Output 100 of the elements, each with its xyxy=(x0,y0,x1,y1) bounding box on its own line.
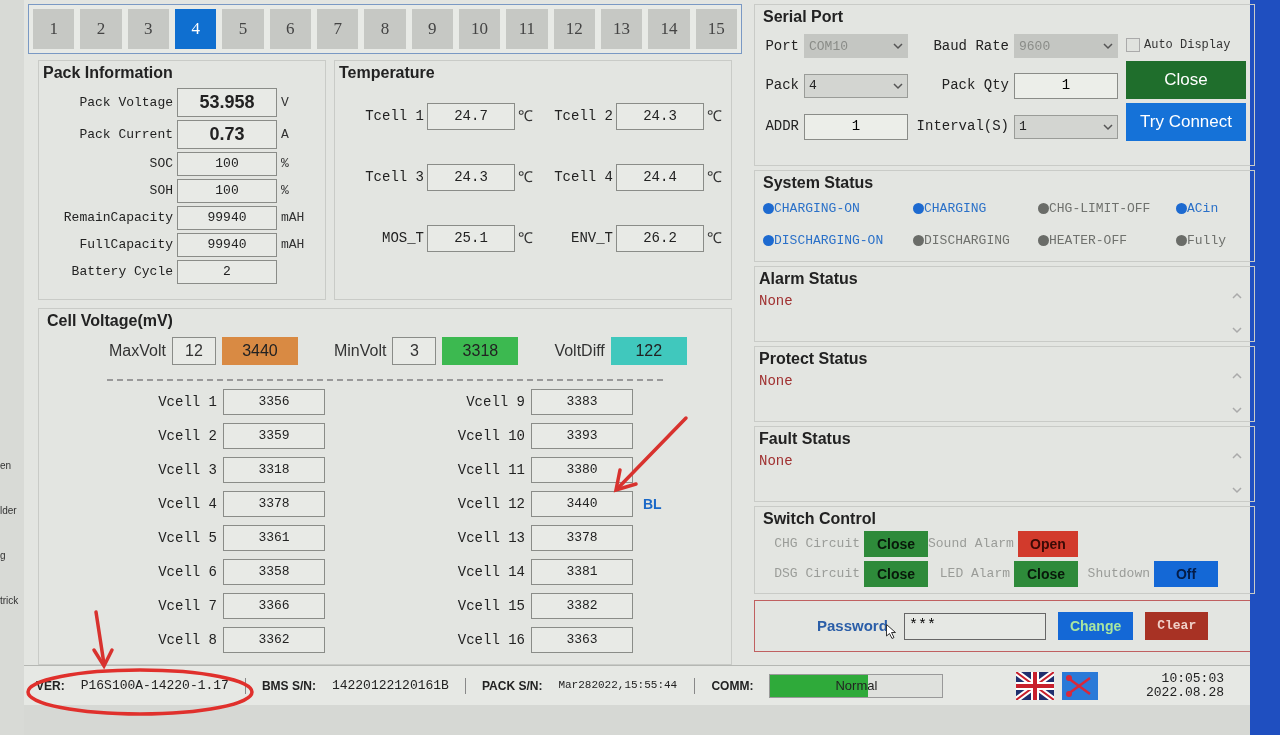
cell-label: Vcell 11 xyxy=(456,460,525,480)
status-value: 10:05:03 xyxy=(1161,671,1224,686)
pack-tab[interactable]: 13 xyxy=(600,9,643,49)
status-flag-label: CHG-LIMIT-OFF xyxy=(1049,200,1151,218)
value-field: 3440 xyxy=(531,491,633,517)
field-label: Pack Current xyxy=(78,125,173,144)
status-flag-label: HEATER-OFF xyxy=(1049,231,1127,250)
status-text: None xyxy=(759,292,793,311)
pack-tab[interactable]: 15 xyxy=(695,9,737,49)
status-value: 2022.08.28 xyxy=(1146,685,1224,700)
pack-tab[interactable]: 7 xyxy=(316,9,359,49)
summary-value: 3440 xyxy=(221,337,298,365)
pack-tab[interactable]: 9 xyxy=(411,9,453,49)
switch-label: Shutdown xyxy=(1087,565,1150,584)
scrollbar-arrows-icon[interactable] xyxy=(1232,371,1242,415)
unit-label: mAH xyxy=(281,209,305,228)
cell-label: Vcell 1 xyxy=(157,392,217,412)
switch-button[interactable]: Close xyxy=(1014,561,1078,587)
scrollbar-arrows-icon[interactable] xyxy=(1232,451,1242,495)
connection-button[interactable]: Close xyxy=(1126,61,1246,99)
value-field: 99940 xyxy=(177,206,277,230)
section-title: Pack Information xyxy=(43,65,174,81)
value-field: 24.3 xyxy=(616,103,704,130)
cell-number-field: 3 xyxy=(392,337,437,365)
pack-tab[interactable]: 14 xyxy=(648,9,690,49)
section-title: Temperature xyxy=(339,65,436,81)
status-value: P16S100A-14220-1.17 xyxy=(80,676,229,695)
pack-tab[interactable]: 8 xyxy=(364,9,406,49)
unit-label: ℃ xyxy=(707,228,722,249)
value-field: 3378 xyxy=(531,525,633,551)
value-field: 24.3 xyxy=(427,164,515,191)
value-field: 3356 xyxy=(223,389,325,415)
switch-label: CHG Circuit xyxy=(774,535,860,554)
unit-label: A xyxy=(281,125,289,144)
summary-value: 122 xyxy=(610,337,687,365)
field-label: Pack Voltage xyxy=(78,93,173,112)
pack-tab[interactable]: 3 xyxy=(127,9,169,49)
unit-label: % xyxy=(281,155,289,174)
section-title: Fault Status xyxy=(759,431,852,447)
input-field[interactable]: 1 xyxy=(1014,73,1118,99)
pack-tab[interactable]: 10 xyxy=(458,9,501,49)
checkbox[interactable] xyxy=(1126,38,1140,52)
status-label: COMM: xyxy=(711,677,754,695)
password-button[interactable]: Clear xyxy=(1145,612,1209,640)
unit-label: ℃ xyxy=(518,228,533,249)
field-label: Interval(S) xyxy=(915,117,1009,137)
cell-label: Vcell 3 xyxy=(157,460,217,480)
switch-button[interactable]: Open xyxy=(1017,531,1078,557)
cell-label: Vcell 9 xyxy=(465,392,525,412)
value-field: 3318 xyxy=(223,457,325,483)
unit-label: ℃ xyxy=(707,106,722,127)
dropdown[interactable]: 1 xyxy=(1014,114,1118,139)
mouse-cursor-icon xyxy=(885,623,896,639)
pack-tab[interactable]: 2 xyxy=(80,9,122,49)
pack-tab[interactable]: 11 xyxy=(506,9,548,49)
cell-label: Vcell 6 xyxy=(157,562,217,582)
dropdown[interactable]: 4 xyxy=(804,74,908,98)
summary-label: MaxVolt xyxy=(109,341,166,361)
switch-button[interactable]: Off xyxy=(1154,561,1218,587)
pack-tab[interactable]: 4 xyxy=(175,9,217,49)
summary-label: VoltDiff xyxy=(554,341,605,361)
pack-tab[interactable]: 1 xyxy=(33,9,75,49)
cell-number-field: 12 xyxy=(171,337,216,365)
password-field[interactable]: *** xyxy=(903,612,1046,640)
dropdown-chevron-icon xyxy=(1103,42,1113,51)
section-title: Serial Port xyxy=(763,9,845,25)
input-field[interactable]: 1 xyxy=(804,113,908,140)
section-title: Cell Voltage(mV) xyxy=(47,313,174,329)
value-field: 24.4 xyxy=(616,164,704,191)
sensor-label: Tcell 4 xyxy=(553,168,613,187)
value-field: 53.958 xyxy=(177,88,277,117)
field-label: SOC xyxy=(148,155,173,174)
unit-label: % xyxy=(281,182,289,201)
cell-label: Vcell 13 xyxy=(456,528,525,548)
scissors-icon[interactable] xyxy=(1062,671,1098,700)
scrollbar-arrows-icon[interactable] xyxy=(1232,291,1242,335)
pack-tab[interactable]: 5 xyxy=(222,9,264,49)
value-field: 3361 xyxy=(223,525,325,551)
switch-button[interactable]: Close xyxy=(864,561,928,587)
flag-icon[interactable] xyxy=(1016,671,1054,700)
field-label: RemainCapacity xyxy=(62,209,173,228)
password-button[interactable]: Change xyxy=(1057,612,1134,640)
field-label: Baud Rate xyxy=(932,36,1009,56)
checkbox-label: Auto Display xyxy=(1144,37,1231,54)
value-field: 24.7 xyxy=(427,103,515,130)
switch-button[interactable]: Close xyxy=(864,531,928,557)
field-label: SOH xyxy=(148,182,173,201)
cell-label: Vcell 7 xyxy=(157,596,217,616)
pack-tab[interactable]: 12 xyxy=(553,9,595,49)
value-field: 100 xyxy=(177,179,277,203)
connection-button[interactable]: Try Connect xyxy=(1126,103,1246,141)
sensor-label: Tcell 2 xyxy=(553,107,613,126)
field-label: Password xyxy=(817,615,888,636)
dropdown-chevron-icon xyxy=(893,82,903,90)
sensor-label: MOS_T xyxy=(381,229,424,248)
pack-tab[interactable]: 6 xyxy=(269,9,311,49)
desktop-label: lder xyxy=(0,504,18,518)
value-field: 3378 xyxy=(223,491,325,517)
balance-tag: BL xyxy=(643,493,662,515)
field-label: ADDR xyxy=(764,117,799,137)
